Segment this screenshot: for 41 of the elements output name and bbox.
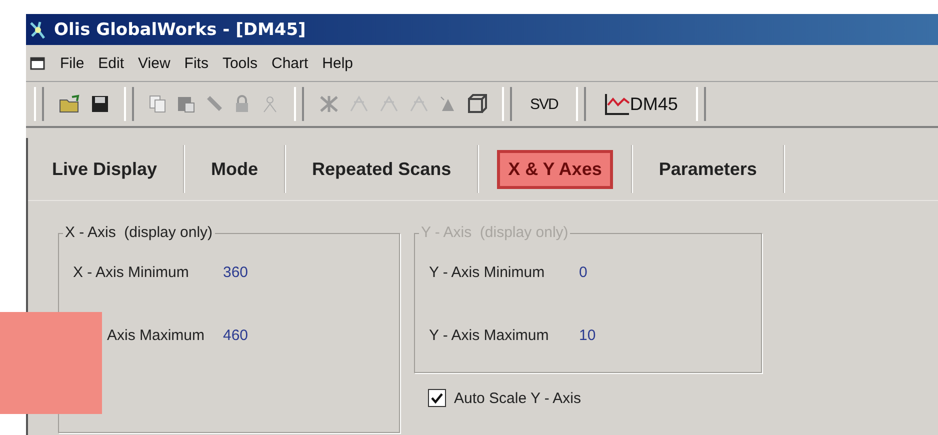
field-label: Y - Axis Maximum <box>429 327 550 344</box>
folder-icon[interactable] <box>58 94 82 114</box>
document-icon <box>30 56 46 70</box>
field-value: 10 <box>579 327 596 344</box>
field-value: 360 <box>223 264 248 281</box>
menu-item[interactable]: View <box>138 54 170 72</box>
svd-button[interactable]: SVD <box>526 94 562 114</box>
asterisk-icon[interactable] <box>318 94 340 114</box>
toolbar-grip[interactable] <box>34 87 44 121</box>
menu-item[interactable]: Fits <box>184 54 208 72</box>
tab[interactable]: Repeated Scans <box>304 152 460 186</box>
auto-scale-checkbox[interactable]: Auto Scale Y - Axis <box>414 389 762 407</box>
menu-item[interactable]: Chart <box>271 54 308 72</box>
menu-item[interactable]: Edit <box>98 54 124 72</box>
tab[interactable]: Live Display <box>44 152 166 186</box>
paste-icon[interactable] <box>176 94 196 114</box>
toolbar-grip[interactable] <box>294 87 304 121</box>
tab[interactable]: X & Y Axes <box>497 150 613 188</box>
menu-item[interactable]: Help <box>322 54 354 72</box>
toolbar-grip[interactable] <box>576 87 586 121</box>
field-label: X - Axis Minimum <box>73 264 190 281</box>
chart-button[interactable]: DM45 <box>600 91 682 117</box>
field-label: Axis Maximum <box>107 327 203 344</box>
chart-icon <box>604 93 630 115</box>
tab[interactable]: Parameters <box>650 152 765 186</box>
cube-icon[interactable] <box>466 93 488 115</box>
menu-item[interactable]: Tools <box>222 54 258 72</box>
toolbar-grip[interactable] <box>696 87 706 121</box>
field-label: Y - Axis Minimum <box>429 264 546 281</box>
group-title: X - Axis (display only) <box>63 224 215 241</box>
save-icon[interactable] <box>90 94 110 114</box>
checkbox[interactable] <box>428 389 446 407</box>
checkbox-label: Auto Scale Y - Axis <box>454 390 582 406</box>
copy-icon[interactable] <box>148 94 168 114</box>
toolbar-grip[interactable] <box>502 87 512 121</box>
toolbar-grip[interactable] <box>124 87 134 121</box>
tab[interactable]: Mode <box>203 152 266 186</box>
field-value: 460 <box>223 327 248 344</box>
menu-item[interactable]: File <box>60 54 84 72</box>
field-value: 0 <box>579 264 588 281</box>
window-title: Olis GlobalWorks - [DM45] <box>54 20 306 40</box>
